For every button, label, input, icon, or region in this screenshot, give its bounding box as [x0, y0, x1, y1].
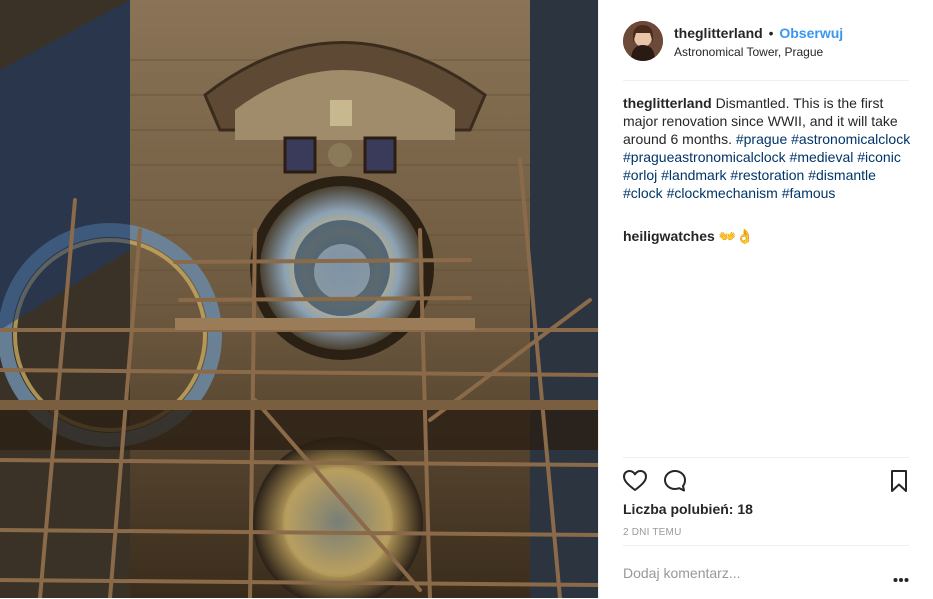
comment-item: heiligwatches 👐👌 — [623, 227, 754, 245]
avatar-image — [623, 21, 663, 61]
caption-username[interactable]: theglitterland — [623, 95, 712, 111]
hashtag-link[interactable]: #orloj — [623, 167, 657, 183]
heart-icon[interactable] — [622, 468, 648, 494]
instagram-post: theglitterland • Obserwuj Astronomical T… — [0, 0, 933, 598]
separator-dot: • — [768, 25, 774, 41]
hashtag-link[interactable]: #landmark — [661, 167, 726, 183]
post-details-panel: theglitterland • Obserwuj Astronomical T… — [598, 0, 933, 598]
post-header: theglitterland • Obserwuj Astronomical T… — [623, 20, 909, 81]
post-caption: theglitterland Dismantled. This is the f… — [623, 94, 915, 202]
post-photo[interactable] — [0, 0, 598, 598]
more-options-icon[interactable] — [893, 570, 909, 582]
follow-button[interactable]: Obserwuj — [779, 25, 843, 41]
post-location[interactable]: Astronomical Tower, Prague — [674, 45, 823, 59]
hashtag-link[interactable]: #prague — [736, 131, 787, 147]
clock-tower-image — [0, 0, 598, 598]
hashtag-link[interactable]: #clock — [623, 185, 663, 201]
hashtag-link[interactable]: #iconic — [857, 149, 901, 165]
hashtag-link[interactable]: #astronomicalclock — [791, 131, 910, 147]
hashtag-link[interactable]: #famous — [782, 185, 836, 201]
hashtag-link[interactable]: #dismantle — [808, 167, 876, 183]
hashtag-link[interactable]: #restoration — [730, 167, 804, 183]
author-line: theglitterland • Obserwuj — [674, 25, 843, 41]
hashtag-link[interactable]: #clockmechanism — [667, 185, 778, 201]
likes-count[interactable]: Liczba polubień: 18 — [623, 501, 753, 517]
add-comment-section — [623, 545, 909, 599]
comment-icon[interactable] — [662, 468, 688, 494]
comment-input[interactable] — [623, 558, 873, 588]
post-actions — [623, 457, 909, 506]
comment-username[interactable]: heiligwatches — [623, 228, 715, 244]
post-timestamp[interactable]: 2 DNI TEMU — [623, 527, 682, 538]
comment-text: 👐👌 — [718, 228, 754, 244]
hashtag-link[interactable]: #pragueastronomicalclock — [623, 149, 786, 165]
bookmark-icon[interactable] — [886, 468, 912, 494]
author-username[interactable]: theglitterland — [674, 25, 763, 41]
author-avatar[interactable] — [623, 21, 663, 61]
hashtag-link[interactable]: #medieval — [790, 149, 854, 165]
